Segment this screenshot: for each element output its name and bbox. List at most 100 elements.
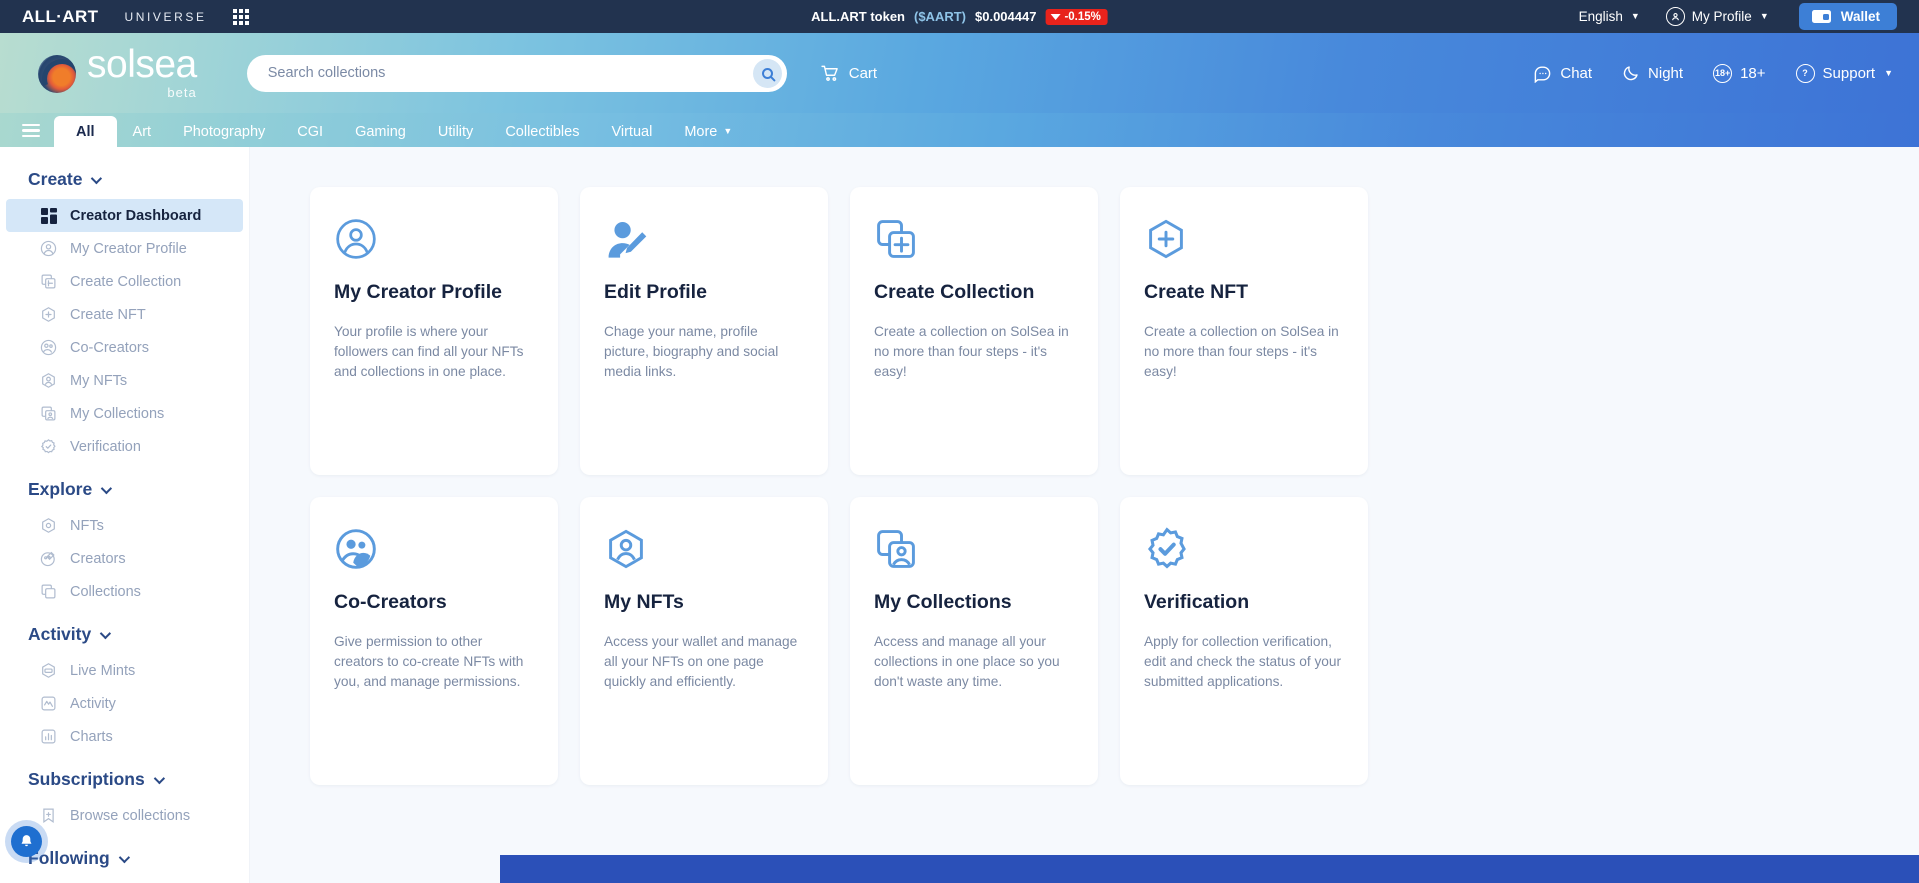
card-description: Your profile is where your followers can…	[334, 323, 524, 380]
token-price: $0.004447	[975, 9, 1037, 24]
bell-icon	[21, 835, 32, 847]
sidebar-item-label: Charts	[70, 728, 113, 745]
menu-hamburger-icon[interactable]	[22, 124, 40, 137]
cart-button[interactable]: Cart	[820, 64, 877, 83]
nav-tab-virtual[interactable]: Virtual	[595, 117, 668, 148]
notifications-button[interactable]	[11, 826, 42, 857]
bar-chart-icon	[39, 727, 58, 746]
nav-tab-cgi[interactable]: CGI	[281, 117, 339, 148]
chevron-down-icon	[91, 172, 103, 184]
sidebar-item-activity[interactable]: Activity	[6, 687, 243, 720]
sidebar-item-collections[interactable]: Collections	[6, 575, 243, 608]
nav-tab-utility[interactable]: Utility	[422, 117, 489, 148]
sidebar-item-label: NFTs	[70, 517, 104, 534]
card-title: My Creator Profile	[334, 281, 502, 303]
solsea-logo[interactable]: solsea beta	[38, 45, 197, 100]
my-profile-menu[interactable]: My Profile ▼	[1665, 7, 1769, 26]
chevron-down-icon	[118, 851, 130, 863]
sidebar-item-create-collection[interactable]: Create Collection	[6, 265, 243, 298]
sidebar-item-label: Co-Creators	[70, 339, 149, 356]
chevron-down-icon: ▼	[723, 126, 733, 137]
sidebar-item-charts[interactable]: Charts	[6, 720, 243, 753]
sidebar-item-creators[interactable]: Creators	[6, 542, 243, 575]
sidebar-item-label: Browse collections	[70, 807, 191, 824]
top-utility-bar: ALL·ART UNIVERSE ALL.ART token ($AART) $…	[0, 0, 1919, 33]
solsea-mark-icon	[38, 54, 76, 93]
sidebar-group-create[interactable]: Create	[0, 169, 249, 190]
cart-icon	[821, 65, 838, 81]
topbar-right-group: English ▼ My Profile ▼ Wallet	[1579, 3, 1897, 30]
hexagon-plus-icon	[1144, 213, 1344, 265]
token-symbol: ($AART)	[914, 9, 966, 24]
search-button[interactable]	[752, 58, 782, 88]
user-circle-icon	[334, 213, 534, 265]
sidebar-group-label: Create	[28, 169, 83, 189]
co-creators-icon	[334, 523, 534, 575]
card-my-collections[interactable]: My Collections Access and manage all you…	[850, 497, 1098, 785]
dashboard-card-grid: My Creator Profile Your profile is where…	[250, 187, 1919, 785]
allart-logo[interactable]: ALL·ART	[22, 7, 98, 27]
sidebar-item-co-creators[interactable]: Co-Creators	[6, 331, 243, 364]
sidebar-item-creator-dashboard[interactable]: Creator Dashboard	[6, 199, 243, 232]
card-edit-profile[interactable]: Edit Profile Chage your name, profile pi…	[580, 187, 828, 475]
user-edit-icon	[604, 213, 804, 265]
token-change-badge: -0.15%	[1045, 8, 1108, 25]
language-selector[interactable]: English ▼	[1579, 9, 1640, 24]
user-circle-icon	[39, 239, 58, 258]
support-menu[interactable]: ? Support ▼	[1795, 63, 1893, 83]
sidebar-item-live-mints[interactable]: Live Mints	[6, 654, 243, 687]
search-input[interactable]	[267, 65, 753, 81]
sidebar-item-my-collections[interactable]: My Collections	[6, 397, 243, 430]
sidebar-group-subscriptions[interactable]: Subscriptions	[0, 769, 249, 790]
sidebar-group-activity[interactable]: Activity	[0, 624, 249, 645]
sidebar-item-my-nfts[interactable]: My NFTs	[6, 364, 243, 397]
token-ticker: ALL.ART token ($AART) $0.004447 -0.15%	[811, 8, 1108, 25]
card-description: Access your wallet and manage all your N…	[604, 633, 798, 690]
card-verification[interactable]: Verification Apply for collection verifi…	[1120, 497, 1368, 785]
nav-tab-gaming[interactable]: Gaming	[339, 117, 422, 148]
category-nav: All Art Photography CGI Gaming Utility C…	[0, 113, 1919, 147]
sidebar-item-browse-collections[interactable]: Browse collections	[6, 799, 243, 832]
adult-18plus-icon: 18+	[1713, 63, 1733, 83]
universe-label[interactable]: UNIVERSE	[124, 10, 206, 24]
search-bar[interactable]	[246, 54, 787, 92]
sidebar: Create Creator Dashboard My Creator Prof…	[0, 147, 250, 883]
sidebar-group-explore[interactable]: Explore	[0, 479, 249, 500]
sidebar-item-verification[interactable]: Verification	[6, 430, 243, 463]
hexagon-user-icon	[39, 371, 58, 390]
card-title: Verification	[1144, 591, 1250, 613]
chat-icon	[1535, 65, 1551, 83]
sidebar-item-nfts[interactable]: NFTs	[6, 509, 243, 542]
sidebar-item-create-nft[interactable]: Create NFT	[6, 298, 243, 331]
card-title: Create NFT	[1144, 281, 1249, 303]
sidebar-item-label: My Creator Profile	[70, 240, 187, 257]
nav-tab-more[interactable]: More ▼	[668, 117, 748, 148]
card-co-creators[interactable]: Co-Creators Give permission to other cre…	[310, 497, 558, 785]
adult-filter-toggle[interactable]: 18+ 18+	[1713, 63, 1766, 83]
chevron-down-icon: ▼	[1759, 11, 1769, 21]
sidebar-item-my-creator-profile[interactable]: My Creator Profile	[6, 232, 243, 265]
chevron-down-icon	[99, 627, 112, 639]
grid-apps-icon[interactable]	[232, 8, 249, 25]
stacked-squares-icon	[39, 582, 58, 601]
verified-badge-icon	[1144, 523, 1344, 575]
card-title: Edit Profile	[604, 281, 707, 303]
sidebar-item-label: Collections	[70, 583, 141, 600]
chat-button[interactable]: Chat	[1533, 64, 1592, 83]
support-label: Support	[1822, 64, 1876, 82]
nav-tab-photography[interactable]: Photography	[167, 117, 281, 148]
language-label: English	[1578, 9, 1623, 24]
nav-tab-art[interactable]: Art	[117, 117, 168, 148]
card-my-creator-profile[interactable]: My Creator Profile Your profile is where…	[310, 187, 558, 475]
card-create-nft[interactable]: Create NFT Create a collection on SolSea…	[1120, 187, 1368, 475]
card-create-collection[interactable]: Create Collection Create a collection on…	[850, 187, 1098, 475]
wallet-button[interactable]: Wallet	[1798, 3, 1897, 30]
sidebar-item-label: Creator Dashboard	[70, 207, 202, 224]
night-mode-toggle[interactable]: Night	[1622, 64, 1683, 82]
nav-tab-label: More	[684, 123, 718, 140]
card-my-nfts[interactable]: My NFTs Access your wallet and manage al…	[580, 497, 828, 785]
nav-tab-all[interactable]: All	[54, 115, 117, 147]
moon-icon	[1623, 66, 1638, 81]
main-content: My Creator Profile Your profile is where…	[250, 147, 1919, 883]
nav-tab-collectibles[interactable]: Collectibles	[489, 117, 595, 148]
